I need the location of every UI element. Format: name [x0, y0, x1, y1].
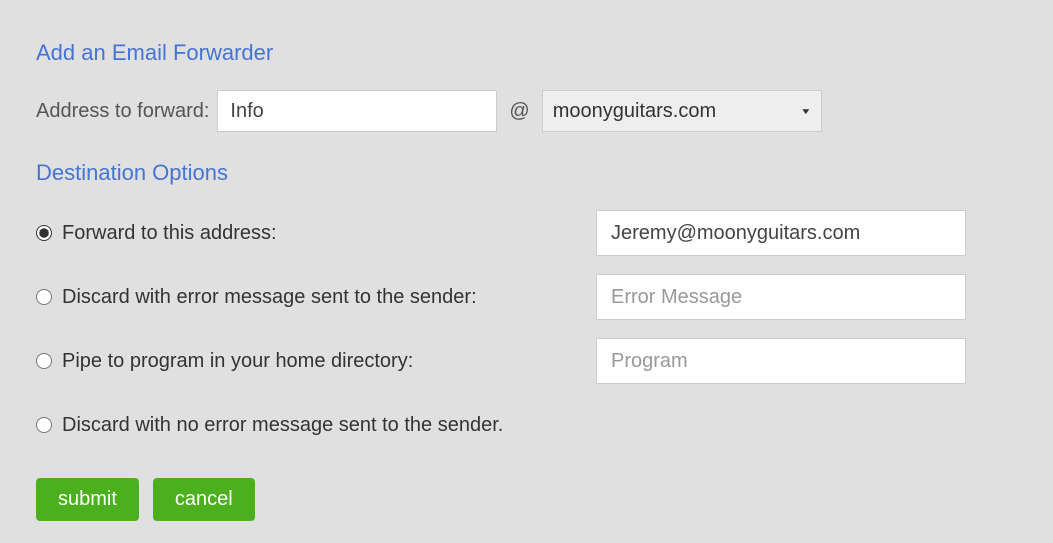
domain-select[interactable]: moonyguitars.com — [542, 90, 822, 132]
domain-select-wrapper: moonyguitars.com — [542, 90, 822, 132]
option-forward-row: Forward to this address: — [36, 210, 1017, 256]
option-discard-error-row: Discard with error message sent to the s… — [36, 274, 1017, 320]
option-discard-silent-radio-group: Discard with no error message sent to th… — [36, 414, 596, 437]
option-pipe-row: Pipe to program in your home directory: — [36, 338, 1017, 384]
destination-options-list: Forward to this address: Discard with er… — [36, 210, 1017, 448]
option-discard-error-radio-group: Discard with error message sent to the s… — [36, 286, 596, 309]
destination-options-heading: Destination Options — [36, 160, 1017, 186]
option-forward-radio-group: Forward to this address: — [36, 222, 596, 245]
at-symbol: @ — [505, 100, 533, 123]
address-input[interactable] — [217, 90, 497, 132]
option-discard-error-radio[interactable] — [36, 289, 52, 305]
option-discard-silent-radio[interactable] — [36, 417, 52, 433]
option-forward-label: Forward to this address: — [62, 222, 277, 245]
option-forward-radio[interactable] — [36, 225, 52, 241]
address-label: Address to forward: — [36, 100, 209, 123]
email-forwarder-panel: Add an Email Forwarder Address to forwar… — [0, 0, 1053, 543]
option-pipe-radio[interactable] — [36, 353, 52, 369]
option-discard-silent-row: Discard with no error message sent to th… — [36, 402, 1017, 448]
add-forwarder-heading: Add an Email Forwarder — [36, 40, 1017, 66]
option-discard-silent-label: Discard with no error message sent to th… — [62, 414, 503, 437]
cancel-button[interactable]: cancel — [153, 478, 255, 521]
submit-button[interactable]: submit — [36, 478, 139, 521]
address-row: Address to forward: @ moonyguitars.com — [36, 90, 1017, 132]
error-message-input[interactable] — [596, 274, 966, 320]
forward-address-input[interactable] — [596, 210, 966, 256]
option-discard-error-label: Discard with error message sent to the s… — [62, 286, 477, 309]
program-input[interactable] — [596, 338, 966, 384]
option-pipe-radio-group: Pipe to program in your home directory: — [36, 350, 596, 373]
button-row: submit cancel — [36, 478, 1017, 521]
option-pipe-label: Pipe to program in your home directory: — [62, 350, 413, 373]
